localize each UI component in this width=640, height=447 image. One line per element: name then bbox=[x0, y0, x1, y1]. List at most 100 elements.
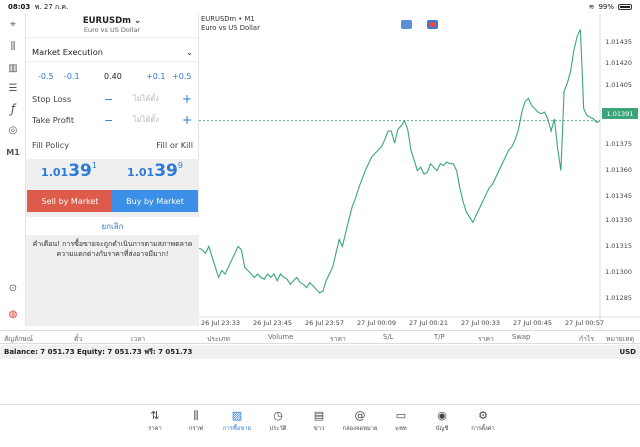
account-summary: Balance: 7 051.73 Equity: 7 051.73 ฟรี: … bbox=[0, 345, 640, 359]
zoom-icon[interactable]: ⊙ bbox=[4, 280, 22, 296]
warning-text: คำเตือน! การซื้อขายจะถูกดำเนินการตามสภาพ… bbox=[32, 240, 193, 258]
tab-label: กล่องจดหมาย bbox=[342, 426, 378, 432]
tab-account[interactable]: ◉ บัญชี bbox=[422, 409, 462, 433]
chat-icon: ▭ bbox=[395, 409, 407, 422]
wifi-icon: ≋ bbox=[588, 3, 595, 11]
take-profit-minus-button[interactable]: − bbox=[104, 114, 113, 127]
volume-minus-0.1-button[interactable]: -0.1 bbox=[64, 72, 80, 81]
y-tick-label: 1.01285 bbox=[605, 294, 632, 302]
tab-chart[interactable]: ⫼ กราฟ bbox=[176, 409, 216, 433]
stop-loss-minus-button[interactable]: − bbox=[104, 93, 113, 106]
volume-input[interactable]: 0.40 bbox=[104, 72, 122, 81]
table-column-header[interactable]: กำไร bbox=[579, 333, 594, 344]
execution-type-label: Market Execution bbox=[32, 46, 103, 57]
x-tick-label: 27 Jul 00:09 bbox=[357, 319, 396, 327]
broker-logo-icon[interactable]: ◍ bbox=[4, 306, 22, 322]
crosshair-icon[interactable]: ⌖ bbox=[4, 16, 22, 32]
tab-mailbox[interactable]: @ กล่องจดหมาย bbox=[340, 409, 380, 433]
x-tick-label: 27 Jul 00:21 bbox=[409, 319, 448, 327]
order-panel: EURUSDm ⌄ Euro vs US Dollar Market Execu… bbox=[26, 14, 199, 326]
x-tick-label: 26 Jul 23:33 bbox=[201, 319, 240, 327]
take-profit-input[interactable]: ไม่ได้ตั้ง bbox=[133, 114, 159, 126]
tab-label: ข่าว bbox=[313, 426, 325, 432]
volume-plus-0.1-button[interactable]: +0.1 bbox=[146, 72, 165, 81]
symbol-name: EURUSDm bbox=[82, 16, 132, 26]
tab-trade[interactable]: ▨ การซื้อขาย bbox=[217, 409, 257, 433]
tab-quotes[interactable]: ⇅ ราคา bbox=[135, 409, 175, 433]
x-tick-label: 27 Jul 00:33 bbox=[461, 319, 500, 327]
tab-label: แชท bbox=[395, 426, 407, 432]
y-tick-label: 1.01300 bbox=[605, 268, 632, 276]
history-icon: ◷ bbox=[273, 409, 283, 422]
y-tick-label: 1.01330 bbox=[605, 216, 632, 224]
tab-label: บัญชี bbox=[435, 426, 449, 432]
table-column-header[interactable]: S/L bbox=[383, 333, 393, 341]
symbol-description: Euro vs US Dollar bbox=[83, 26, 141, 34]
x-tick-label: 27 Jul 00:45 bbox=[513, 319, 552, 327]
table-column-header[interactable]: หมายเหตุ bbox=[606, 333, 634, 344]
chart-title: EURUSDm • M1 bbox=[201, 15, 255, 23]
symbol-selector[interactable]: EURUSDm ⌄ Euro vs US Dollar bbox=[26, 14, 198, 38]
tab-chat[interactable]: ▭ แชท bbox=[381, 409, 421, 433]
tab-label: ราคา bbox=[148, 426, 162, 432]
tab-history[interactable]: ◷ ประวัติ bbox=[258, 409, 298, 433]
bars-icon[interactable]: ▥ bbox=[4, 60, 22, 76]
stop-loss-input[interactable]: ไม่ได้ตั้ง bbox=[133, 93, 159, 105]
table-column-header[interactable]: Swap bbox=[512, 333, 530, 341]
tab-label: กราฟ bbox=[189, 426, 203, 432]
bottom-tab-bar: ⇅ ราคา ⫼ กราฟ ▨ การซื้อขาย ◷ ประวัติ ▤ ข่าว @ กล่อง… bbox=[0, 404, 640, 447]
table-column-header[interactable]: เวลา bbox=[131, 333, 145, 344]
buy-button[interactable]: Buy by Market bbox=[112, 190, 198, 212]
chart-icon: ⫼ bbox=[193, 409, 199, 422]
execution-type-select[interactable]: Market Execution ⌄ bbox=[26, 42, 199, 62]
trade-icon: ▨ bbox=[231, 409, 243, 422]
table-column-header[interactable]: ราคา bbox=[478, 333, 494, 344]
take-profit-row: Take Profit − ไม่ได้ตั้ง + bbox=[26, 110, 199, 130]
volume-plus-0.5-button[interactable]: +0.5 bbox=[172, 72, 191, 81]
account-icon: ◉ bbox=[437, 409, 447, 422]
current-price-tag: 1.01391 bbox=[602, 108, 638, 119]
ask-price-pips: 39 bbox=[154, 161, 178, 181]
battery-percent: 99% bbox=[598, 3, 614, 11]
tab-label: ประวัติ bbox=[269, 426, 287, 432]
table-column-header[interactable]: T/P bbox=[434, 333, 445, 341]
sliders-icon[interactable]: ☰ bbox=[4, 80, 22, 96]
volume-minus-0.5-button[interactable]: -0.5 bbox=[38, 72, 54, 81]
chart-subtitle: Euro vs US Dollar bbox=[201, 24, 260, 32]
bid-price-prefix: 1.01 bbox=[41, 166, 69, 179]
tab-label: การตั้งค่า bbox=[471, 426, 495, 432]
take-profit-label: Take Profit bbox=[32, 115, 75, 125]
y-tick-label: 1.01375 bbox=[605, 140, 632, 148]
price-series-line bbox=[199, 29, 601, 294]
bid-price: 1.01391 bbox=[26, 161, 112, 181]
price-chart[interactable]: EURUSDm • M1 Euro vs US Dollar 1.01435 1.… bbox=[199, 14, 640, 330]
table-column-header[interactable]: ตั๋ว bbox=[74, 333, 82, 344]
table-column-header[interactable]: ประเภท bbox=[207, 333, 230, 344]
y-tick-label: 1.01315 bbox=[605, 242, 632, 250]
table-column-header[interactable]: ราคา bbox=[330, 333, 346, 344]
table-column-header[interactable]: Volume bbox=[268, 333, 293, 341]
chart-header: EURUSDm • M1 Euro vs US Dollar bbox=[201, 15, 260, 33]
quotes-icon: ⇅ bbox=[150, 409, 160, 422]
tab-label: การซื้อขาย bbox=[223, 426, 251, 432]
shapes-icon[interactable]: ◎ bbox=[4, 122, 22, 138]
function-icon[interactable]: ƒ bbox=[4, 101, 22, 117]
fill-policy-label: Fill Policy bbox=[32, 140, 70, 150]
fill-policy-row[interactable]: Fill Policy Fill or Kill bbox=[26, 135, 199, 155]
cancel-button[interactable]: ยกเลิก bbox=[26, 217, 199, 235]
stop-loss-label: Stop Loss bbox=[32, 94, 72, 104]
take-profit-plus-button[interactable]: + bbox=[182, 113, 192, 127]
sell-button[interactable]: Sell by Market bbox=[27, 190, 113, 212]
tab-news[interactable]: ▤ ข่าว bbox=[299, 409, 339, 433]
x-tick-label: 27 Jul 00:57 bbox=[565, 319, 604, 327]
mailbox-icon: @ bbox=[354, 409, 366, 422]
candles-icon[interactable]: ⫼ bbox=[4, 38, 22, 54]
ask-price-prefix: 1.01 bbox=[127, 166, 155, 179]
stop-loss-plus-button[interactable]: + bbox=[182, 92, 192, 106]
table-column-header[interactable]: สัญลักษณ์ bbox=[4, 333, 33, 344]
timeframe-button[interactable]: M1 bbox=[4, 144, 22, 160]
ask-price: 1.01399 bbox=[112, 161, 198, 181]
bid-price-pips: 39 bbox=[68, 161, 92, 181]
y-tick-label: 1.01435 bbox=[605, 38, 632, 46]
tab-settings[interactable]: ⚙ การตั้งค่า bbox=[463, 409, 503, 433]
